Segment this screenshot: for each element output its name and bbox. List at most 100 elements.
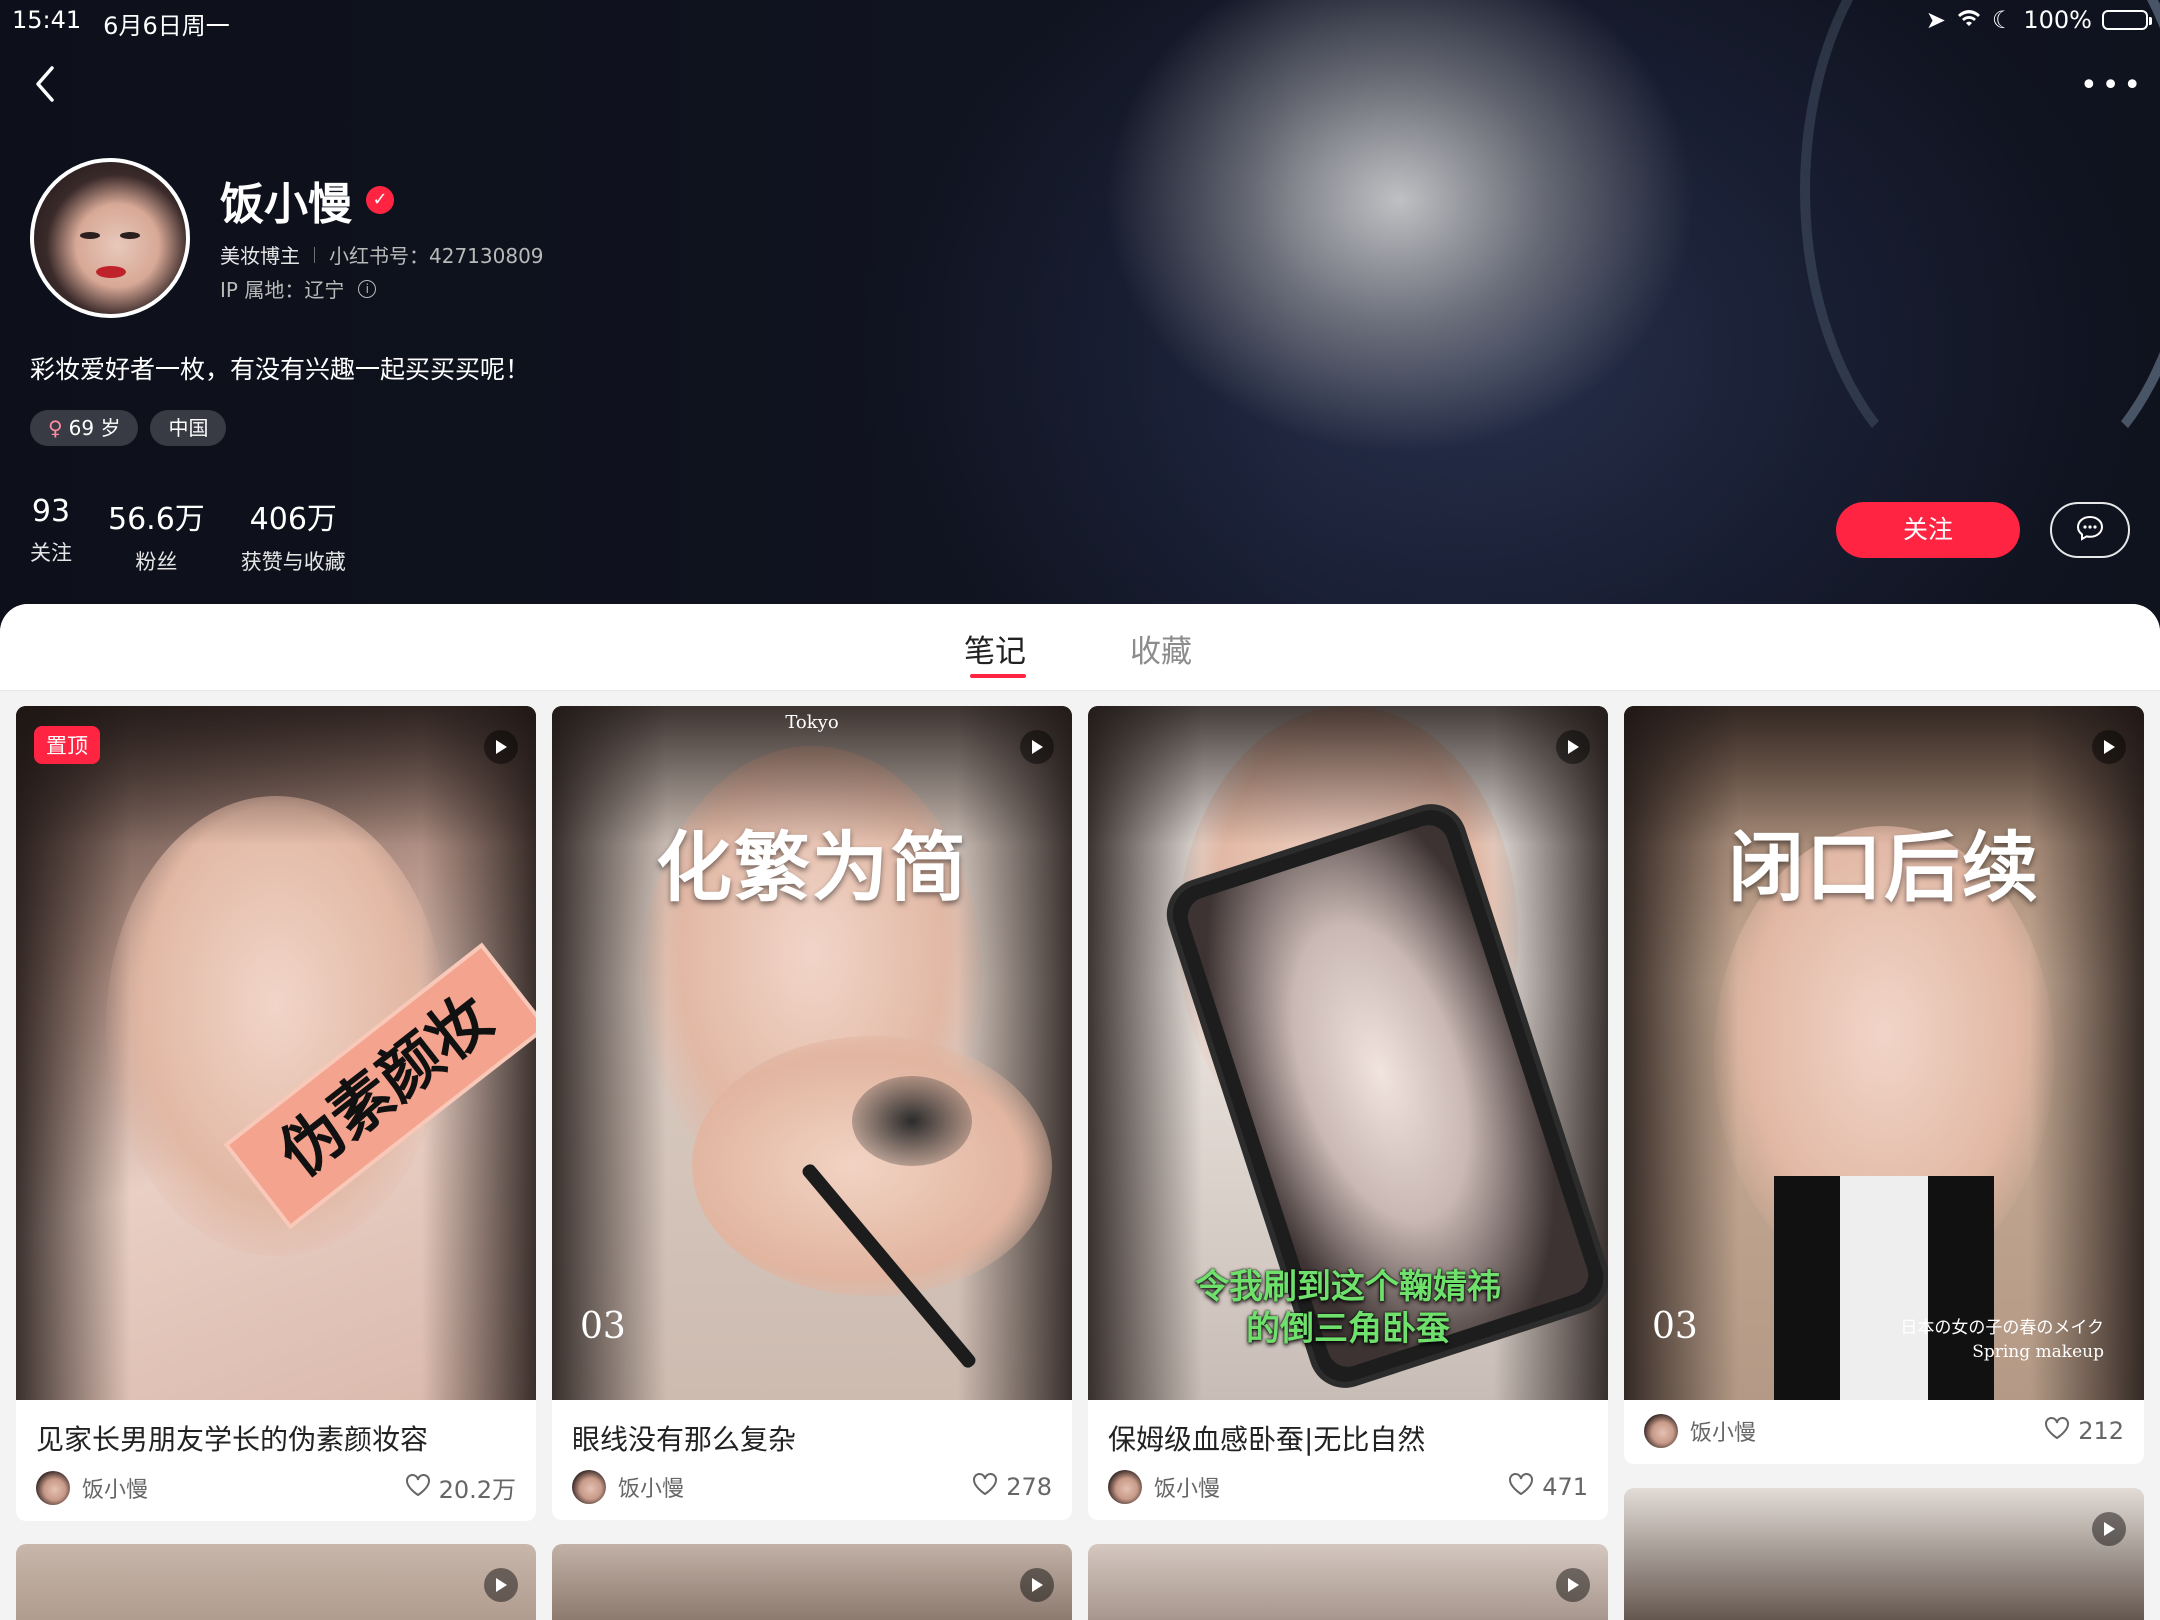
- avatar[interactable]: [30, 158, 190, 318]
- note-title: 保姆级血感卧蚕|无比自然: [1108, 1423, 1426, 1456]
- stat-label: 粉丝: [135, 550, 178, 574]
- message-button[interactable]: [2050, 502, 2130, 558]
- status-bar: 15:41 6月6日周一 ➤ ☾ 100%: [0, 0, 2160, 40]
- back-button[interactable]: [30, 62, 60, 106]
- female-icon: ♀: [48, 416, 63, 440]
- tab-collect[interactable]: 收藏: [1130, 626, 1192, 671]
- note-author[interactable]: 饭小慢: [36, 1470, 149, 1505]
- note-title: 眼线没有那么复杂: [572, 1423, 797, 1456]
- note-cover[interactable]: 令我刷到这个鞠婧祎 的倒三角卧蚕: [1088, 706, 1608, 1400]
- author-name: 饭小慢: [1690, 1421, 1757, 1446]
- note-card[interactable]: [16, 1544, 536, 1620]
- stat-fans[interactable]: 56.6万 粉丝: [108, 494, 205, 576]
- cover-title: 闭口后续: [1728, 823, 2040, 912]
- more-options-button[interactable]: •••: [2080, 66, 2141, 106]
- location-icon: ➤: [1925, 6, 1946, 34]
- video-icon: [1020, 1568, 1054, 1602]
- profile-bio: 彩妆爱好者一枚，有没有兴趣一起买买买呢！: [30, 355, 531, 384]
- like-count: 20.2万: [438, 1476, 516, 1504]
- author-name: 饭小慢: [1154, 1477, 1221, 1502]
- stat-likes[interactable]: 406万 获赞与收藏: [241, 494, 346, 576]
- note-card[interactable]: Tokyo 化繁为简 03 眼线没有那么复杂 饭小慢 278: [552, 706, 1072, 1520]
- note-card[interactable]: [552, 1544, 1072, 1620]
- cover-caption: 令我刷到这个鞠婧祎 的倒三角卧蚕: [1195, 1267, 1501, 1349]
- pinned-badge: 置顶: [34, 726, 100, 764]
- stat-number: 93: [31, 494, 71, 529]
- note-author[interactable]: 饭小慢: [1644, 1414, 1756, 1448]
- video-icon: [484, 1568, 518, 1602]
- profile-tags: ♀ 69 岁 中国: [30, 410, 227, 446]
- follow-button[interactable]: 关注: [1836, 502, 2020, 558]
- age-tag: ♀ 69 岁: [30, 410, 139, 446]
- author-avatar: [1108, 1470, 1142, 1504]
- note-author[interactable]: 饭小慢: [572, 1470, 684, 1504]
- divider: [314, 246, 315, 263]
- note-cover[interactable]: Tokyo 化繁为简 03: [552, 706, 1072, 1400]
- content-panel: 笔记 收藏 伪素颜妆 置顶 见家长男朋友学长的伪素颜妆容 饭小慢 20.2万 T…: [0, 604, 2160, 1620]
- author-avatar: [1644, 1414, 1678, 1448]
- chat-icon: [2075, 514, 2105, 546]
- like-count: 471: [1542, 1473, 1588, 1501]
- region-tag: 中国: [150, 410, 227, 446]
- tab-notes[interactable]: 笔记: [964, 626, 1026, 671]
- note-cover[interactable]: 闭口后续 03 日本の女の子の春のメイク Spring makeup: [1624, 706, 2144, 1400]
- note-cover[interactable]: [1624, 1488, 2144, 1620]
- note-card[interactable]: 令我刷到这个鞠婧祎 的倒三角卧蚕 保姆级血感卧蚕|无比自然 饭小慢 471: [1088, 706, 1608, 1520]
- active-tab-indicator: [970, 674, 1026, 678]
- note-cover[interactable]: [552, 1544, 1072, 1620]
- cover-corner-text: Tokyo: [785, 712, 839, 733]
- profile-meta: 美妆博主 小红书号：427130809: [220, 240, 544, 269]
- stat-following[interactable]: 93 关注: [30, 494, 72, 576]
- profile-stats: 93 关注 56.6万 粉丝 406万 获赞与收藏: [30, 494, 346, 576]
- like-button[interactable]: 278: [972, 1472, 1052, 1502]
- like-count: 278: [1006, 1473, 1052, 1501]
- note-title: 见家长男朋友学长的伪素颜妆容: [36, 1423, 429, 1456]
- more-icon: •••: [2080, 68, 2146, 103]
- heart-icon: [2044, 1416, 2070, 1446]
- video-icon: [2092, 730, 2126, 764]
- heart-icon: [1508, 1472, 1534, 1502]
- note-cover[interactable]: 伪素颜妆 置顶: [16, 706, 536, 1400]
- like-button[interactable]: 212: [2044, 1416, 2124, 1446]
- cover-number: 03: [1652, 1306, 1698, 1347]
- video-icon: [1556, 730, 1590, 764]
- like-button[interactable]: 471: [1508, 1472, 1588, 1502]
- stat-label: 关注: [30, 541, 72, 565]
- video-icon: [1020, 730, 1054, 764]
- profile-name: 饭小慢: [220, 179, 352, 230]
- note-cover[interactable]: [16, 1544, 536, 1620]
- region-label: 中国: [168, 416, 209, 440]
- note-author[interactable]: 饭小慢: [1108, 1470, 1220, 1504]
- battery-icon: [2102, 10, 2152, 30]
- status-date: 6月6日周一: [103, 12, 230, 40]
- author-avatar: [572, 1470, 606, 1504]
- stat-label: 获赞与收藏: [240, 550, 346, 574]
- verified-icon: ✓: [366, 186, 394, 214]
- video-icon: [484, 730, 518, 764]
- shirt: [1774, 1176, 1994, 1400]
- info-icon[interactable]: i: [358, 279, 377, 298]
- profile-name-row: 饭小慢 ✓: [220, 168, 394, 232]
- battery-percent: 100%: [2023, 6, 2092, 34]
- like-button[interactable]: 20.2万: [405, 1470, 516, 1505]
- profile-role: 美妆博主: [220, 244, 300, 268]
- cover-subtitle: 日本の女の子の春のメイク Spring makeup: [1900, 1318, 2104, 1362]
- note-card[interactable]: 闭口后续 03 日本の女の子の春のメイク Spring makeup 饭小慢 2…: [1624, 706, 2144, 1464]
- author-name: 饭小慢: [82, 1477, 149, 1503]
- cover-number: 03: [580, 1306, 626, 1347]
- profile-header: 15:41 6月6日周一 ➤ ☾ 100% ••• 饭小慢 ✓ 美妆博主 小红书…: [0, 0, 2160, 640]
- moon-icon: ☾: [1991, 6, 2014, 34]
- ip-location: IP 属地：辽宁 i: [220, 274, 377, 303]
- note-card[interactable]: 伪素颜妆 置顶 见家长男朋友学长的伪素颜妆容 饭小慢 20.2万: [16, 706, 536, 1521]
- note-card[interactable]: [1088, 1544, 1608, 1620]
- note-card[interactable]: [1624, 1488, 2144, 1620]
- profile-page: 15:41 6月6日周一 ➤ ☾ 100% ••• 饭小慢 ✓ 美妆博主 小红书…: [0, 0, 2160, 1620]
- author-avatar: [36, 1470, 70, 1505]
- stat-number: 56.6万: [108, 502, 205, 537]
- status-time: 15:41: [12, 6, 82, 34]
- wifi-icon: [1956, 6, 1982, 34]
- heart-icon: [405, 1473, 431, 1503]
- video-icon: [2092, 1512, 2126, 1546]
- author-name: 饭小慢: [618, 1477, 685, 1502]
- note-cover[interactable]: [1088, 1544, 1608, 1620]
